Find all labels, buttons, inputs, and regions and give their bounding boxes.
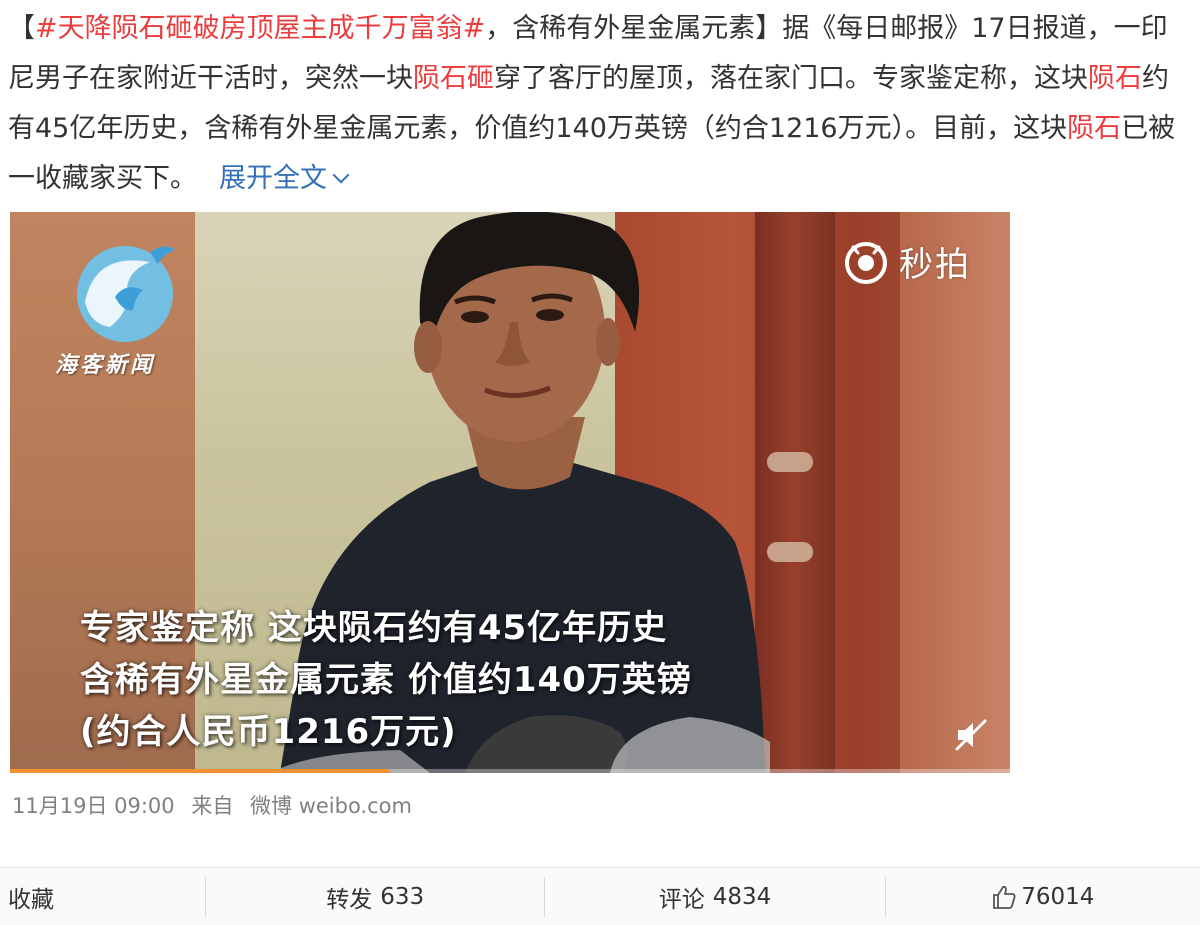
- post-text: 【#天降陨石砸破房顶屋主成千万富翁#，含稀有外星金属元素】据《每日邮报》17日报…: [8, 4, 1193, 204]
- post-text-segment: 穿了客厅的屋顶，落在家门口。专家鉴定称，这块: [494, 63, 1088, 94]
- miaopai-watermark: 秒拍: [843, 238, 971, 285]
- haike-logo: [55, 232, 195, 352]
- miaopai-logo-icon: [845, 242, 887, 284]
- keyword-link[interactable]: 陨石: [1067, 113, 1121, 144]
- post-source[interactable]: 微博 weibo.com: [250, 794, 412, 818]
- post-time[interactable]: 11月19日 09:00: [12, 794, 175, 818]
- favorite-button[interactable]: 收藏: [0, 868, 205, 925]
- favorite-label: 收藏: [8, 886, 54, 913]
- video-progress-fill: [10, 769, 390, 773]
- expand-full-text-link[interactable]: 展开全文: [219, 163, 350, 194]
- post-meta: 11月19日 09:00 来自 微博 weibo.com: [12, 790, 422, 820]
- repost-button[interactable]: 转发 633: [206, 868, 544, 925]
- like-button[interactable]: 76014: [886, 868, 1200, 925]
- keyword-link[interactable]: 陨石砸: [413, 63, 494, 94]
- expand-label: 展开全文: [219, 163, 327, 194]
- chevron-down-icon: [332, 166, 350, 184]
- video-subtitle: 专家鉴定称 这块陨石约有45亿年历史 含稀有外星金属元素 价值约140万英镑 (…: [80, 602, 692, 758]
- video-player[interactable]: 海客新闻 秒拍 专家鉴定称 这块陨石约有45亿年历史 含稀有外星金属元素 价值约…: [10, 212, 1010, 773]
- thumbs-up-icon: [993, 885, 1016, 909]
- from-label: 来自: [191, 794, 234, 818]
- miaopai-watermark-text: 秒拍: [899, 244, 971, 285]
- action-bar: 收藏 转发 633 评论 4834 76014: [0, 867, 1200, 925]
- comment-count: 4834: [712, 883, 772, 910]
- hashtag-link[interactable]: #天降陨石砸破房顶屋主成千万富翁#: [35, 13, 485, 44]
- subtitle-line: (约合人民币1216万元): [80, 712, 457, 752]
- haike-logo-icon: [77, 246, 175, 342]
- subtitle-line: 含稀有外星金属元素 价值约140万英镑: [80, 660, 692, 700]
- subtitle-line: 专家鉴定称 这块陨石约有45亿年历史: [80, 608, 668, 648]
- video-progress-bar[interactable]: [10, 769, 1010, 773]
- mute-button[interactable]: [953, 717, 989, 753]
- repost-count: 633: [380, 883, 425, 910]
- haike-logo-text: 海客新闻: [55, 352, 156, 378]
- open-bracket: 【: [8, 13, 35, 44]
- comment-label: 评论: [658, 886, 705, 913]
- repost-label: 转发: [326, 886, 373, 913]
- keyword-link[interactable]: 陨石: [1088, 63, 1142, 94]
- comment-button[interactable]: 评论 4834: [545, 868, 884, 925]
- mute-icon: [955, 719, 987, 751]
- like-count: 76014: [1021, 883, 1095, 910]
